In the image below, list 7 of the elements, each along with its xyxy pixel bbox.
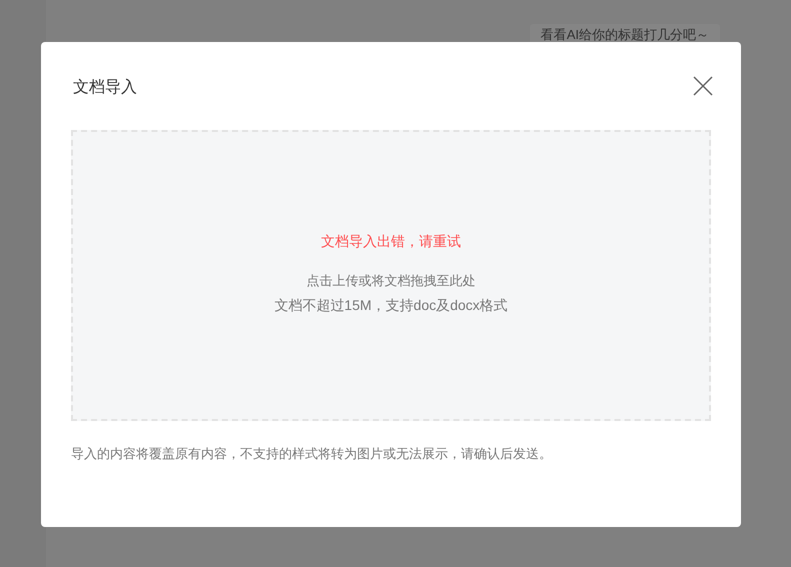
upload-instruction: 点击上传或将文档拖拽至此处 xyxy=(306,272,476,290)
upload-area[interactable]: 文档导入出错，请重试 点击上传或将文档拖拽至此处 文档不超过15M，支持doc及docx格式 xyxy=(71,130,711,421)
notice-text: 导入的内容将覆盖原有内容，不支持的样式将转为图片或无法展示，请确认后发送。 xyxy=(71,445,553,463)
file-limits: 文档不超过15M，支持doc及docx格式 xyxy=(274,296,508,315)
error-message: 文档导入出错，请重试 xyxy=(321,232,461,252)
dialog-title: 文档导入 xyxy=(73,78,137,98)
close-icon[interactable] xyxy=(693,76,713,96)
